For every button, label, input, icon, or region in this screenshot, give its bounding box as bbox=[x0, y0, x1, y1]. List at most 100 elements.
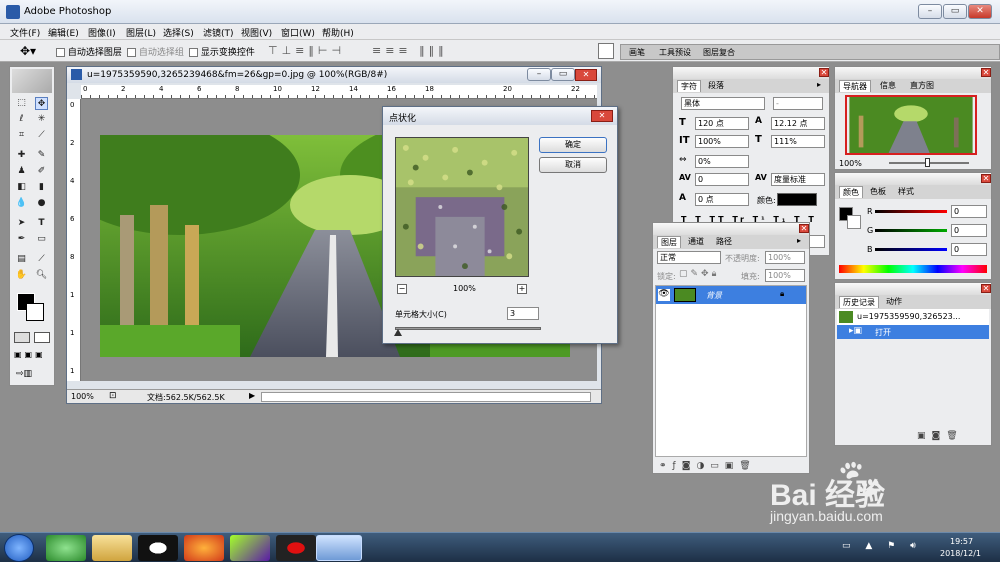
auto-select-group-option[interactable]: 自动选择组 bbox=[127, 45, 184, 58]
taskbar-app-media-icon[interactable] bbox=[230, 535, 270, 561]
baseline-input[interactable]: 0 点 bbox=[695, 193, 749, 206]
menu-filter[interactable]: 滤镜(T) bbox=[203, 26, 234, 39]
tab-info[interactable]: 信息 bbox=[877, 80, 899, 92]
navigator-zoom-thumb[interactable] bbox=[925, 158, 930, 167]
panel-menu-icon[interactable]: ▸ bbox=[817, 80, 821, 89]
tab-color[interactable]: 颜色 bbox=[839, 186, 863, 198]
layers-menu-icon[interactable]: ▸ bbox=[797, 236, 801, 245]
zoom-field[interactable]: 100% bbox=[71, 392, 94, 401]
background-color-swatch[interactable] bbox=[26, 303, 44, 321]
menu-file[interactable]: 文件(F) bbox=[10, 26, 40, 39]
tab-histogram[interactable]: 直方图 bbox=[907, 80, 937, 92]
layer-name[interactable]: 背景 bbox=[706, 290, 722, 301]
horizontal-scale-input[interactable]: 111% bbox=[771, 135, 825, 148]
fill-input[interactable]: 100% bbox=[765, 269, 805, 282]
blur-tool-icon[interactable]: 💧 bbox=[15, 197, 28, 210]
jump-to-imageready-icon[interactable]: ⇨▥ bbox=[16, 369, 50, 381]
start-button[interactable] bbox=[4, 534, 34, 562]
tracking-input[interactable]: 0 bbox=[695, 173, 749, 186]
history-brush-icon[interactable]: ✐ bbox=[35, 165, 48, 178]
vertical-scale-input[interactable]: 100% bbox=[695, 135, 749, 148]
move-tool-icon[interactable]: ✥▾ bbox=[20, 44, 36, 58]
healing-brush-icon[interactable]: ✚ bbox=[15, 149, 28, 162]
blend-mode-select[interactable]: 正常 bbox=[657, 251, 721, 264]
magic-wand-icon[interactable]: ✳ bbox=[35, 113, 48, 126]
ok-button[interactable]: 确定 bbox=[539, 137, 607, 153]
eraser-tool-icon[interactable]: ◧ bbox=[15, 181, 28, 194]
tab-paths[interactable]: 路径 bbox=[713, 236, 735, 248]
menu-select[interactable]: 选择(S) bbox=[163, 26, 194, 39]
brush-tool-icon[interactable]: ✎ bbox=[35, 149, 48, 162]
move-tool-icon[interactable]: ✥ bbox=[35, 97, 48, 110]
leading-input[interactable]: 12.12 点 bbox=[771, 117, 825, 130]
auto-select-layer-option[interactable]: 自动选择图层 bbox=[56, 45, 122, 58]
history-close-button[interactable]: ✕ bbox=[981, 284, 991, 293]
slice-tool-icon[interactable]: ⟋ bbox=[35, 129, 48, 142]
lasso-tool-icon[interactable]: ℓ bbox=[15, 113, 28, 126]
preview-zoom-in-button[interactable]: + bbox=[517, 284, 527, 294]
path-select-icon[interactable]: ➤ bbox=[15, 217, 28, 230]
pen-tool-icon[interactable]: ✒ bbox=[15, 233, 28, 246]
layer-row[interactable]: 👁︎ 背景 🔒︎ bbox=[656, 286, 806, 304]
kerning-select[interactable]: 度量标准 bbox=[771, 173, 825, 186]
taskbar-app-qq-icon[interactable] bbox=[138, 535, 178, 561]
tray-icons[interactable]: ▭ ▲ ⚑ 🔊︎ bbox=[842, 541, 922, 551]
character-close-button[interactable]: ✕ bbox=[819, 68, 829, 77]
tab-swatches[interactable]: 色板 bbox=[867, 186, 889, 198]
tab-tool-presets[interactable]: 工具预设 bbox=[659, 47, 691, 58]
quickmask-mode-icon[interactable] bbox=[34, 332, 50, 343]
close-button[interactable]: ✕ bbox=[968, 4, 992, 19]
cell-size-slider-thumb[interactable] bbox=[394, 329, 402, 336]
cell-size-slider[interactable] bbox=[395, 327, 541, 330]
b-input[interactable]: 0 bbox=[951, 243, 987, 256]
notes-tool-icon[interactable]: ▤ bbox=[15, 253, 28, 266]
history-snapshot-row[interactable]: u=1975359590,326523... bbox=[837, 309, 989, 325]
r-input[interactable]: 0 bbox=[951, 205, 987, 218]
gradient-tool-icon[interactable]: ▮ bbox=[35, 181, 48, 194]
color-ramp[interactable] bbox=[839, 265, 987, 273]
clock-date[interactable]: 2018/12/1 bbox=[940, 549, 981, 558]
text-color-swatch[interactable] bbox=[777, 193, 817, 206]
navigator-zoom[interactable]: 100% bbox=[839, 159, 862, 168]
tab-brushes[interactable]: 画笔 bbox=[629, 47, 645, 58]
tab-styles[interactable]: 样式 bbox=[895, 186, 917, 198]
hand-tool-icon[interactable]: ✋ bbox=[15, 269, 28, 282]
tab-actions[interactable]: 动作 bbox=[883, 296, 905, 308]
status-arrow-icon[interactable]: ▶ bbox=[249, 391, 255, 400]
auto-select-group-checkbox[interactable] bbox=[127, 48, 136, 57]
opacity-input[interactable]: 100% bbox=[765, 251, 805, 264]
navigator-thumbnail[interactable] bbox=[845, 95, 977, 155]
g-input[interactable]: 0 bbox=[951, 224, 987, 237]
taskbar-app-record-icon[interactable] bbox=[276, 535, 316, 561]
menu-view[interactable]: 视图(V) bbox=[241, 26, 272, 39]
menu-help[interactable]: 帮助(H) bbox=[322, 26, 354, 39]
tab-navigator[interactable]: 导航器 bbox=[839, 80, 871, 92]
tab-character[interactable]: 字符 bbox=[677, 80, 701, 92]
doc-maximize-button[interactable]: ▭ bbox=[551, 68, 575, 81]
history-step-row[interactable]: ▸▣ 打开 bbox=[837, 325, 989, 339]
doc-minimize-button[interactable]: – bbox=[527, 68, 551, 81]
tab-paragraph[interactable]: 段落 bbox=[705, 80, 727, 92]
dodge-tool-icon[interactable]: ● bbox=[35, 197, 48, 210]
taskbar-app-folder-icon[interactable] bbox=[92, 535, 132, 561]
cell-size-input[interactable]: 3 bbox=[507, 307, 539, 320]
status-menu-icon[interactable]: ⊡ bbox=[109, 391, 117, 401]
stamp-tool-icon[interactable]: ♟ bbox=[15, 165, 28, 178]
preview-zoom-out-button[interactable]: − bbox=[397, 284, 407, 294]
shape-tool-icon[interactable]: ▭ bbox=[35, 233, 48, 246]
g-slider[interactable] bbox=[875, 229, 947, 232]
history-footer-buttons[interactable]: ▣◙🗑 bbox=[917, 431, 964, 441]
menu-layer[interactable]: 图层(L) bbox=[126, 26, 156, 39]
font-style-select[interactable]: - bbox=[773, 97, 823, 110]
minimize-button[interactable]: – bbox=[918, 4, 942, 19]
color-close-button[interactable]: ✕ bbox=[981, 174, 991, 183]
layers-close-button[interactable]: ✕ bbox=[799, 224, 809, 233]
distribute-buttons[interactable]: ≡≡≡ ‖‖‖ bbox=[372, 44, 448, 57]
r-slider[interactable] bbox=[875, 210, 947, 213]
menu-image[interactable]: 图像(I) bbox=[88, 26, 116, 39]
horizontal-scrollbar[interactable] bbox=[261, 392, 591, 402]
menu-window[interactable]: 窗口(W) bbox=[281, 26, 315, 39]
layers-footer-buttons[interactable]: ⚭ƒ◙◑▭▣🗑 bbox=[659, 461, 757, 471]
eyedropper-icon[interactable]: ⟋ bbox=[35, 253, 48, 266]
auto-select-layer-checkbox[interactable] bbox=[56, 48, 65, 57]
